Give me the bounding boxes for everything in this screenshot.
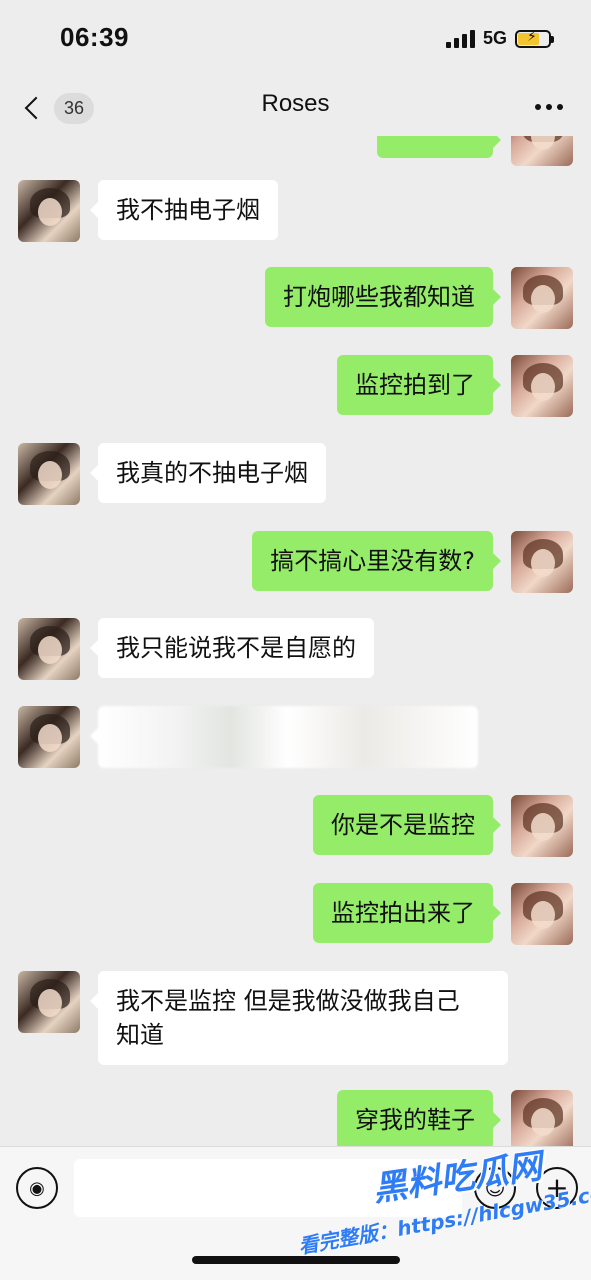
avatar-contact[interactable]	[18, 971, 80, 1033]
more-options-button[interactable]	[535, 104, 563, 110]
avatar-contact[interactable]	[18, 706, 80, 768]
message-bubble-received[interactable]: 我不抽电子烟	[90, 180, 278, 240]
message-bubble-sent[interactable]: 监控拍到了	[337, 355, 501, 415]
avatar-self[interactable]	[511, 795, 573, 857]
avatar-contact[interactable]	[18, 443, 80, 505]
blurred-message-bubble[interactable]	[90, 706, 478, 768]
avatar-self[interactable]	[511, 136, 573, 166]
home-indicator[interactable]	[192, 1256, 400, 1264]
message-bubble-received[interactable]: 我只能说我不是自愿的	[90, 618, 374, 678]
voice-input-button[interactable]: ◉	[16, 1167, 58, 1209]
voice-icon: ◉	[29, 1177, 45, 1199]
message-bubble-sent[interactable]: 监控拍出来了	[313, 883, 501, 943]
network-label: 5G	[482, 28, 507, 48]
message-bubble-sent[interactable]: 打炮哪些我都知道	[265, 267, 501, 327]
message-bubble-received[interactable]: 我真的不抽电子烟	[90, 443, 326, 503]
status-time: 06:39	[60, 22, 129, 52]
status-icons: 5G ⚡	[445, 28, 554, 49]
avatar-self[interactable]	[511, 267, 573, 329]
avatar-self[interactable]	[511, 355, 573, 417]
message-bubble-sent[interactable]: 穿我的鞋子	[337, 1090, 501, 1146]
message-bubble-sent[interactable]: 你是不是监控	[313, 795, 501, 855]
avatar-self[interactable]	[511, 531, 573, 593]
message-bubble-sent[interactable]: 搞不搞心里没有数?	[252, 531, 501, 591]
status-bar: 06:39 5G ⚡	[0, 0, 591, 78]
avatar-contact[interactable]	[18, 180, 80, 242]
battery-icon: ⚡	[515, 29, 554, 48]
avatar-self[interactable]	[511, 1090, 573, 1146]
message-bubble-received[interactable]: 我不是监控 但是我做没做我自己 知道	[90, 971, 508, 1065]
chat-title: Roses	[261, 90, 330, 117]
message-bubble-sent[interactable]	[377, 136, 501, 158]
chat-header: 36 Roses	[0, 78, 591, 136]
avatar-contact[interactable]	[18, 618, 80, 680]
message-list[interactable]: 我不抽电子烟 打炮哪些我都知道 监控拍到了 我真的不抽电子烟 搞不搞心里没有数?…	[0, 136, 591, 1146]
avatar-self[interactable]	[511, 883, 573, 945]
signal-icon	[445, 29, 475, 48]
